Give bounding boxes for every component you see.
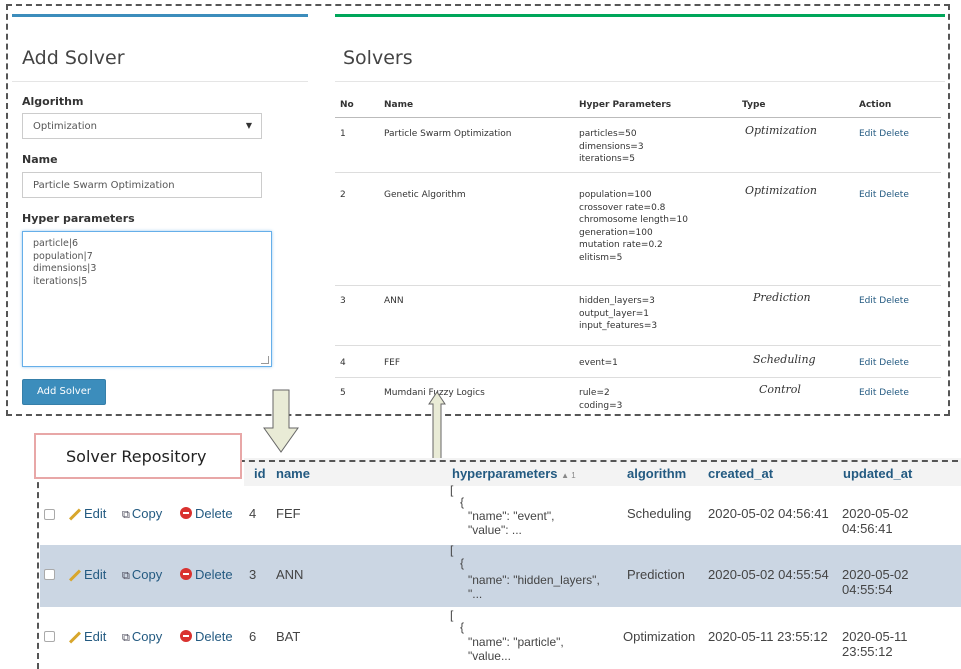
row-json: [ [450,543,454,557]
col-updated-at[interactable]: updated_at [843,466,912,481]
row-name: ANN [276,567,304,582]
row-json: [ [450,483,454,497]
row-json: "name": "particle", [468,635,564,649]
row-updated-at: 2020-05-02 04:55:54 [842,567,909,597]
row-json: [ [450,608,454,622]
delete-icon [180,507,192,519]
solver-repository-box: Solver Repository [34,433,242,479]
copy-link[interactable]: ⧉ Copy [122,506,162,522]
row-json: "value": ... [468,523,522,537]
up-arrow [428,391,446,461]
row-id: 3 [249,567,257,582]
row-id: 6 [249,629,257,644]
col-hyperparameters[interactable]: hyperparameters ▲ 1 [452,466,576,481]
pencil-icon [68,569,82,582]
solver-repository-label: Solver Repository [66,447,207,466]
copy-icon: ⧉ [122,632,130,644]
edit-label: Edit [84,567,107,582]
copy-label: Copy [131,567,163,582]
delete-label: Delete [195,567,233,582]
row-json: "name": "event", [468,509,555,523]
copy-icon: ⧉ [122,509,130,521]
row-algorithm: Prediction [627,567,685,582]
row-created-at: 2020-05-02 04:56:41 [708,506,829,521]
col-algorithm[interactable]: algorithm [627,466,686,481]
table-row: Edit ⧉ Copy Delete 3 ANN [ { "name": "hid… [40,543,961,607]
edit-link[interactable]: Edit [68,506,106,521]
row-algorithm: Scheduling [627,506,692,521]
down-arrow [263,389,299,453]
col-hyperparameters-label: hyperparameters [452,466,558,481]
row-checkbox[interactable] [44,509,55,520]
copy-label: Copy [131,506,163,521]
table-row: Edit ⧉ Copy Delete 4 FEF [ { "name": "eve… [40,483,961,545]
delete-label: Delete [195,629,233,644]
row-json: { [460,556,465,570]
row-checkbox[interactable] [44,631,55,642]
copy-link[interactable]: ⧉ Copy [122,567,162,583]
copy-link[interactable]: ⧉ Copy [122,629,162,645]
pencil-icon [68,508,82,521]
row-created-at: 2020-05-11 23:55:12 [708,629,828,644]
col-id[interactable]: id [254,466,266,481]
row-json: "... [468,587,483,601]
delete-link[interactable]: Delete [180,567,233,582]
delete-link[interactable]: Delete [180,506,233,521]
copy-icon: ⧉ [122,570,130,582]
row-name: BAT [276,629,301,644]
row-created-at: 2020-05-02 04:55:54 [708,567,829,582]
edit-label: Edit [84,506,107,521]
delete-label: Delete [195,506,233,521]
col-created-at[interactable]: created_at [708,466,773,481]
delete-icon [180,630,192,642]
row-json: { [460,620,465,634]
row-json: "value... [468,649,511,663]
sort-ascending-icon: ▲ 1 [561,471,576,480]
row-id: 4 [249,506,257,521]
edit-link[interactable]: Edit [68,567,106,582]
edit-link[interactable]: Edit [68,629,106,644]
delete-icon [180,568,192,580]
row-algorithm: Optimization [623,629,696,644]
repository-dashed-frame-left [37,462,39,669]
row-updated-at: 2020-05-11 23:55:12 [842,629,908,659]
row-json: "name": "hidden_layers", [468,573,600,587]
edit-label: Edit [84,629,107,644]
row-checkbox[interactable] [44,569,55,580]
copy-label: Copy [131,629,163,644]
row-json: { [460,495,465,509]
delete-link[interactable]: Delete [180,629,233,644]
table-row: Edit ⧉ Copy Delete 6 BAT [ { "name": "par… [40,607,961,669]
row-name: FEF [276,506,301,521]
pencil-icon [68,631,82,644]
row-updated-at: 2020-05-02 04:56:41 [842,506,909,536]
col-name[interactable]: name [276,466,310,481]
